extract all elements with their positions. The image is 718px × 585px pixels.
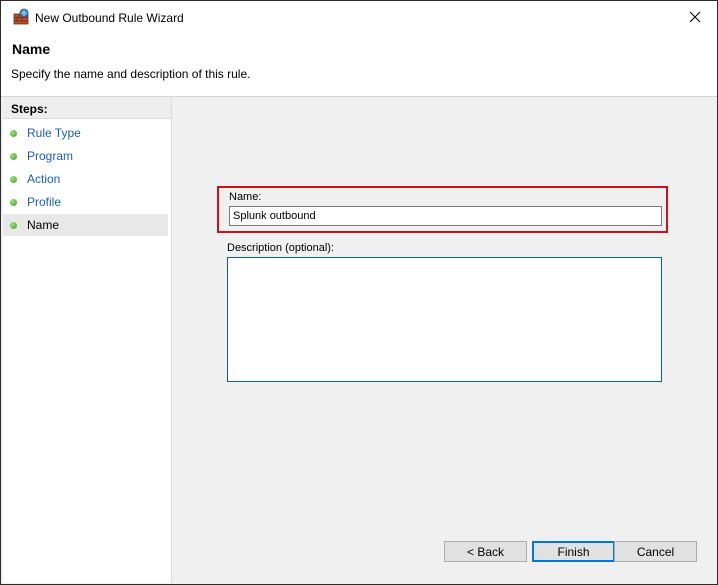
step-action[interactable]: Action [3, 168, 168, 190]
name-field-highlight: Name: [217, 186, 668, 233]
step-profile[interactable]: Profile [3, 191, 168, 213]
step-program[interactable]: Program [3, 145, 168, 167]
steps-panel: Steps: Rule Type Program Action Profile … [3, 98, 172, 583]
steps-heading: Steps: [3, 98, 171, 119]
step-complete-icon [10, 198, 17, 206]
description-label: Description (optional): [227, 242, 334, 254]
page-title: Name [12, 41, 51, 57]
step-label: Action [27, 172, 61, 186]
step-name[interactable]: Name [3, 214, 168, 236]
firewall-icon [12, 8, 30, 26]
wizard-header: Name Specify the name and description of… [1, 34, 717, 97]
step-rule-type[interactable]: Rule Type [3, 122, 168, 144]
close-icon [689, 11, 701, 23]
name-label: Name: [229, 191, 262, 203]
back-button[interactable]: < Back [444, 541, 527, 562]
step-label: Program [27, 149, 74, 163]
wizard-window: New Outbound Rule Wizard Name Specify th… [0, 0, 718, 585]
title-bar[interactable]: New Outbound Rule Wizard [1, 1, 717, 34]
main-panel: Name: Description (optional): < Back Fin… [173, 98, 717, 583]
step-complete-icon [10, 129, 17, 137]
step-label: Rule Type [27, 126, 81, 140]
step-complete-icon [10, 175, 17, 183]
step-label: Profile [27, 195, 62, 209]
description-input[interactable] [227, 257, 662, 382]
name-input[interactable] [229, 206, 662, 226]
step-complete-icon [10, 152, 17, 160]
step-label: Name [27, 218, 60, 232]
page-subtitle: Specify the name and description of this… [11, 67, 251, 81]
window-title: New Outbound Rule Wizard [35, 11, 184, 25]
cancel-button[interactable]: Cancel [614, 541, 697, 562]
close-button[interactable] [673, 1, 717, 33]
finish-button[interactable]: Finish [532, 541, 615, 562]
step-current-icon [10, 221, 17, 229]
